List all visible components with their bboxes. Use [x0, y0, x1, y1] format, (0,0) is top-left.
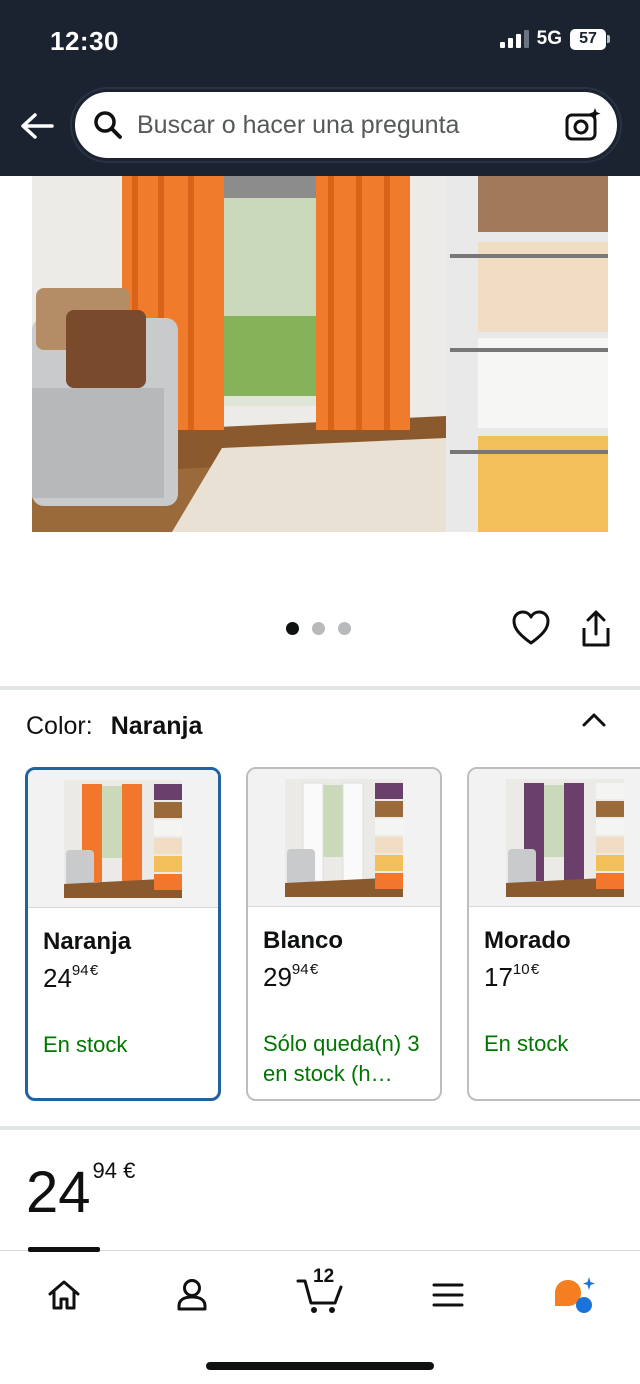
color-option-morado[interactable]: Morado 1710 € En stock: [467, 767, 640, 1101]
color-option-blanco[interactable]: Blanco 2994 € Sólo queda(n) 3 en stock (…: [246, 767, 442, 1101]
color-option-name: Blanco: [263, 927, 344, 954]
color-option-name: Morado: [484, 927, 571, 954]
color-option-thumbnail: [28, 770, 218, 908]
pagination-dot[interactable]: [338, 622, 351, 635]
color-option-stock: Sólo queda(n) 3 en stock (h…: [263, 1031, 420, 1086]
battery-level: 57: [570, 28, 606, 50]
network-type: 5G: [536, 28, 562, 49]
signal-icon: [499, 30, 529, 48]
selected-color: Naranja: [110, 712, 203, 740]
account-icon: [177, 1279, 207, 1311]
active-tab-indicator: [28, 1247, 100, 1252]
color-option-price: 2494 €: [43, 962, 99, 993]
color-option-thumbnail: [469, 769, 640, 907]
pagination-dot[interactable]: [286, 622, 299, 635]
tab-rufus-assistant[interactable]: [544, 1267, 604, 1323]
color-option-naranja[interactable]: Naranja 2494 € En stock: [25, 767, 221, 1101]
section-divider: [0, 1126, 640, 1130]
color-label: Color:: [26, 712, 93, 740]
status-icons: 5G 57: [499, 28, 610, 50]
tab-account[interactable]: [162, 1267, 222, 1323]
section-divider: [0, 686, 640, 690]
back-button[interactable]: [18, 108, 56, 144]
rufus-assistant-icon: [555, 1277, 595, 1313]
search-icon: [93, 110, 123, 140]
color-option-name: Naranja: [43, 928, 132, 955]
arrow-left-icon: [21, 113, 54, 139]
status-time: 12:30: [50, 26, 119, 56]
pagination-dot[interactable]: [312, 622, 325, 635]
menu-icon: [432, 1283, 464, 1307]
color-selector-header: Color: Naranja: [26, 712, 202, 741]
color-option-stock: En stock: [43, 1032, 128, 1057]
color-option-price: 1710 €: [484, 961, 540, 992]
share-button[interactable]: [580, 610, 612, 648]
cart-count-badge: 12: [313, 1266, 335, 1287]
chevron-up-icon: [582, 713, 606, 727]
home-icon: [48, 1280, 80, 1310]
search-bar[interactable]: [72, 89, 620, 161]
gallery-pagination[interactable]: [286, 622, 351, 635]
product-price: 2494 €: [26, 1158, 136, 1225]
tab-home[interactable]: [34, 1267, 94, 1323]
search-input[interactable]: [137, 110, 563, 140]
color-option-thumbnail: [248, 769, 440, 907]
app-header: 12:30 5G 57: [0, 0, 640, 176]
product-image[interactable]: [32, 176, 608, 532]
home-indicator: [206, 1362, 434, 1370]
share-icon: [582, 610, 610, 647]
camera-search-icon[interactable]: [563, 105, 603, 145]
tab-menu[interactable]: [418, 1267, 478, 1323]
wishlist-button[interactable]: [512, 610, 550, 646]
color-option-price: 2994 €: [263, 961, 319, 992]
color-option-stock: En stock: [484, 1031, 569, 1056]
collapse-button[interactable]: [580, 708, 608, 732]
battery-icon: 57: [570, 28, 610, 50]
heart-icon: [512, 610, 550, 645]
